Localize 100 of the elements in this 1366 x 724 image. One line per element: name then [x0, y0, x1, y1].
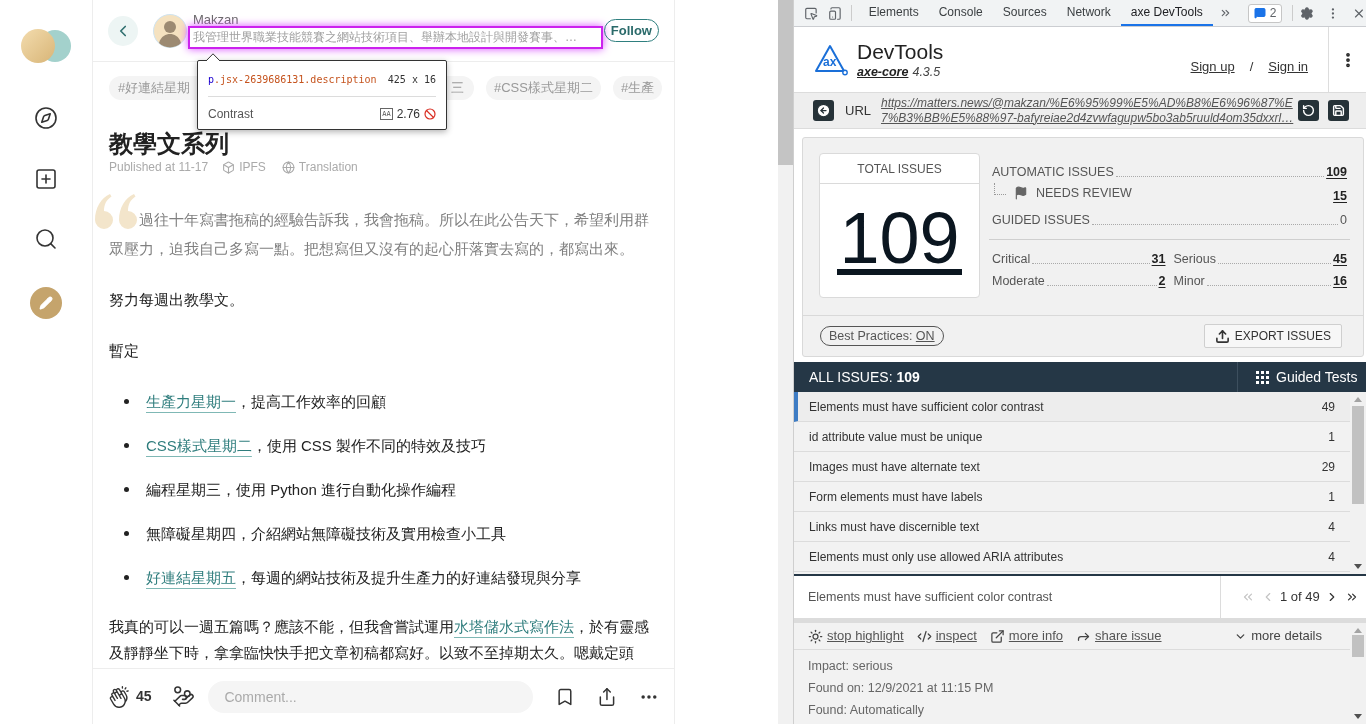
impact-label: Minor: [1173, 272, 1205, 290]
author-name[interactable]: Makzan: [188, 12, 239, 26]
cube-icon: [222, 160, 236, 174]
url-label: URL: [845, 101, 871, 120]
issue-count-link[interactable]: 15: [1333, 188, 1347, 203]
devtools-tab[interactable]: Elements: [858, 0, 929, 26]
issue-name: Elements must have sufficient color contrast: [809, 398, 1044, 416]
impact-count-link[interactable]: 16: [1333, 271, 1347, 291]
issue-count: 1: [1328, 488, 1335, 506]
device-toggle-icon[interactable]: [827, 5, 842, 21]
list-item-text: 編程星期三，使用 Python 進行自動化操作編程: [146, 480, 457, 500]
page-url-link[interactable]: https://matters.news/@makzan/%E6%95%99%E5%AD%B8%E6%96%87%E7%B3%BB%E5%88%97-bafyreiae2d4zvwfagupw5bo3ab5ruuld4om35dxxrl…: [881, 95, 1298, 126]
stat-label: AUTOMATIC ISSUES: [992, 163, 1114, 181]
bullet-icon: [124, 487, 129, 492]
paragraph: 我真的可以一週五篇嗎？應該不能，但我會嘗試運用水塔儲水式寫作法，於有靈感及靜靜坐下時，拿拿臨快快手把文章初稿都寫好。以致不至掉期太久。嗯戴定頭: [109, 617, 650, 663]
issue-count: 4: [1328, 518, 1335, 536]
scrollbar-thumb[interactable]: [1352, 635, 1364, 657]
link-separator: /: [1249, 57, 1254, 76]
grid-icon: [1256, 370, 1269, 384]
comment-field[interactable]: Comment...: [208, 680, 534, 713]
compass-icon[interactable]: [34, 106, 58, 130]
tree-line: [994, 183, 1006, 195]
issue-action-link[interactable]: stop highlight: [808, 626, 904, 646]
quote-mark-icon: [93, 193, 139, 229]
bullet-icon: [124, 575, 129, 580]
inspect-element-icon[interactable]: [804, 5, 818, 21]
impact-label: Critical: [992, 250, 1031, 268]
issue-detail: Impact: serious: [808, 658, 894, 675]
issues-badge[interactable]: 2: [1247, 3, 1283, 23]
all-issues-heading: ALL ISSUES: 109: [808, 367, 920, 387]
user-avatar-icon[interactable]: [153, 13, 187, 48]
sign-up-link[interactable]: Sign up: [1190, 56, 1235, 77]
article-link[interactable]: 好連結星期五: [146, 569, 236, 586]
save-button[interactable]: [1328, 100, 1349, 121]
element-size: 425 x 16: [387, 73, 436, 87]
bullet-icon: [124, 443, 129, 448]
plus-square-icon[interactable]: [34, 167, 58, 191]
paragraph: 暫定: [109, 341, 140, 361]
bullet-icon: [124, 531, 129, 536]
impact-count-link[interactable]: 2: [1158, 271, 1166, 291]
issue-count: 49: [1321, 398, 1335, 416]
issue-count-link[interactable]: 109: [1326, 162, 1347, 182]
impact-count-link[interactable]: 45: [1333, 249, 1347, 269]
article-link[interactable]: 水塔儲水式寫作法: [454, 618, 574, 635]
impact-label: Moderate: [992, 272, 1045, 290]
issue-name: Elements must only use allowed ARIA attributes: [809, 548, 1064, 566]
settings-icon[interactable]: [1300, 5, 1315, 21]
external-link-icon: [989, 628, 1005, 644]
scroll-down-arrow-icon[interactable]: [1354, 564, 1362, 569]
stat-label: GUIDED ISSUES: [992, 211, 1090, 229]
export-issues-button[interactable]: EXPORT ISSUES: [1203, 324, 1342, 348]
total-issues-count[interactable]: 109: [837, 206, 962, 275]
article-link[interactable]: CSS樣式星期二: [146, 437, 252, 454]
list-item-text: CSS樣式星期二，使用 CSS 製作不同的特效及技巧: [146, 436, 487, 456]
article-title: 教學文系列: [107, 131, 230, 157]
flag-icon: [1014, 186, 1028, 200]
arrow-left-icon: [816, 103, 831, 118]
list-item-text: 好連結星期五，每週的網站技術及提升生產力的好連結發現與分享: [146, 568, 581, 588]
paragraph: 努力每週出教學文。: [109, 290, 245, 310]
list-item-text: 生產力星期一，提高工作效率的回顧: [146, 392, 386, 412]
issue-action-link[interactable]: inspect: [916, 626, 977, 646]
sun-icon: [808, 628, 823, 644]
scrollbar-thumb[interactable]: [778, 0, 793, 165]
hand-coins-icon[interactable]: [171, 685, 195, 708]
clapping-hands-icon[interactable]: [108, 685, 130, 708]
devtools-tab[interactable]: Console: [928, 0, 993, 26]
issue-action-link[interactable]: share issue: [1076, 626, 1162, 646]
issue-action-link[interactable]: more info: [989, 626, 1064, 646]
published-date: Published at 11-17: [109, 159, 209, 176]
element-selector: p.jsx-2639686131.description: [208, 73, 377, 87]
globe-icon: [281, 160, 295, 174]
author-description: 我管理世界職業技能競賽之網站技術項目、舉辦本地設計與開發賽事、…: [193, 29, 577, 46]
impact-count-link[interactable]: 31: [1151, 249, 1166, 269]
search-icon[interactable]: [34, 227, 58, 251]
clap-count: 45: [135, 687, 152, 706]
code-icon: [916, 628, 932, 644]
stat-value: 0: [1340, 211, 1347, 229]
engine-version: 4.3.5: [912, 63, 941, 80]
issue-count: 1: [1328, 428, 1335, 446]
issue-name: id attribute value must be unique: [809, 428, 983, 446]
scroll-down-arrow-icon[interactable]: [1354, 714, 1362, 719]
devtools-tab[interactable]: axe DevTools: [1120, 0, 1213, 26]
devtools-tab[interactable]: Sources: [992, 0, 1057, 26]
devtools-tab[interactable]: Network: [1056, 0, 1121, 26]
scrollbar-thumb[interactable]: [1352, 406, 1364, 504]
contrast-ratio: 2.76: [396, 106, 420, 123]
triangle-logo-icon: [814, 43, 848, 76]
article-link[interactable]: 生產力星期一: [146, 393, 236, 410]
issue-row[interactable]: Elements must have sufficient color contrast 49: [794, 392, 1350, 422]
sign-in-link[interactable]: Sign in: [1268, 56, 1308, 77]
back-button[interactable]: [813, 100, 834, 121]
issue-name: Form elements must have labels: [809, 488, 983, 506]
engine-link[interactable]: axe-core: [857, 63, 909, 80]
current-issue-title: Elements must have sufficient color contrast: [807, 588, 1054, 606]
contrast-label: Contrast: [208, 106, 254, 123]
rescan-button[interactable]: [1298, 100, 1319, 121]
issue-count: 4: [1328, 548, 1335, 566]
more-details-button[interactable]: more details: [1234, 626, 1322, 646]
issue-detail: Found: Automatically: [808, 702, 926, 719]
total-issues-label: TOTAL ISSUES: [820, 154, 979, 184]
